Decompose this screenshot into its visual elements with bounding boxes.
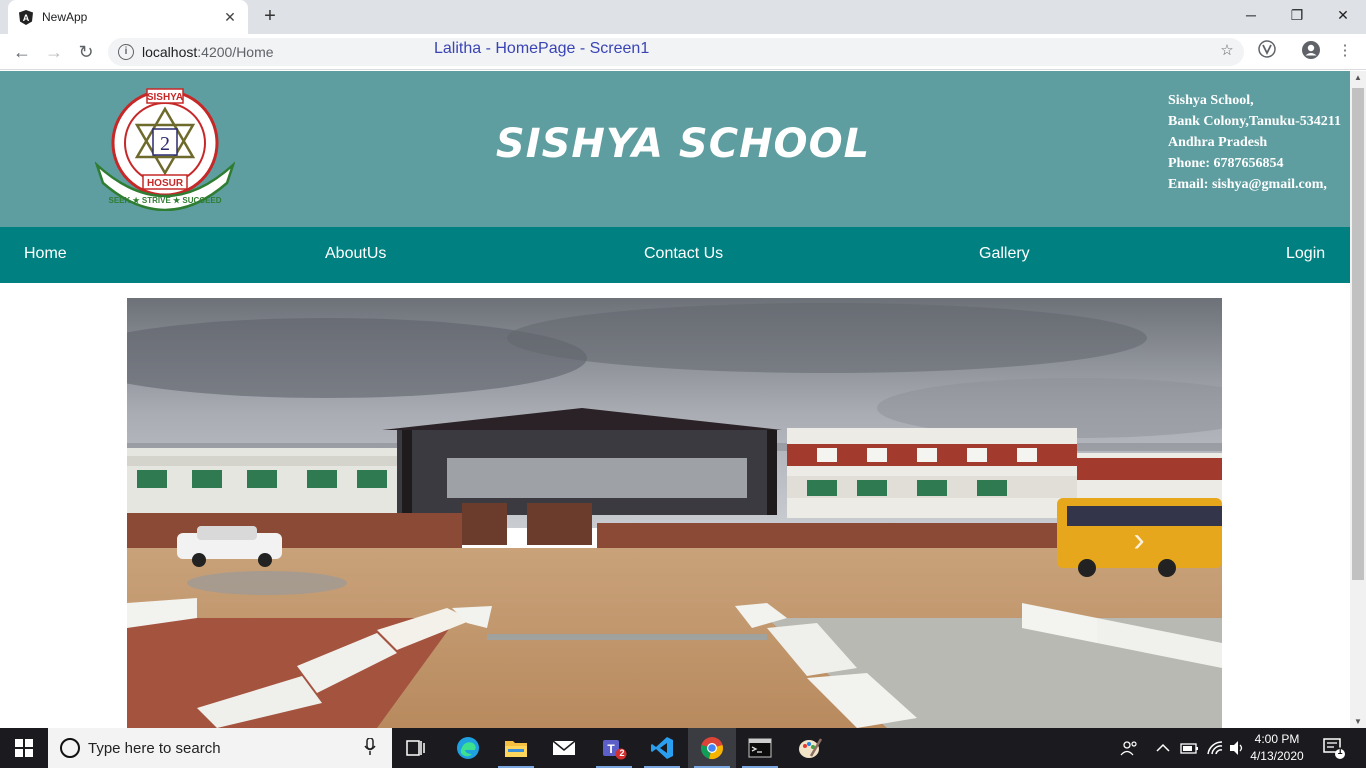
reload-icon[interactable]: ↻ xyxy=(74,40,98,64)
school-title: SISHYA SCHOOL xyxy=(495,121,871,167)
battery-icon[interactable] xyxy=(1180,728,1200,768)
forward-icon[interactable]: → xyxy=(42,40,66,64)
browser-tab[interactable]: A NewApp ✕ xyxy=(8,0,248,34)
file-explorer-icon[interactable] xyxy=(492,728,540,768)
nav-contact-us[interactable]: Contact Us xyxy=(644,245,723,263)
svg-text:T: T xyxy=(607,742,615,756)
taskbar-clock[interactable]: 4:00 PM 4/13/2020 xyxy=(1248,731,1306,765)
paint-icon[interactable] xyxy=(786,728,834,768)
extension-v-icon[interactable] xyxy=(1256,40,1278,62)
browser-tab-strip: A NewApp ✕ + ─ ❐ ✕ xyxy=(0,0,1366,34)
logo-center-text: 2 xyxy=(160,133,170,155)
svg-text:A: A xyxy=(23,13,30,23)
window-close-button[interactable]: ✕ xyxy=(1320,0,1366,30)
tray-chevron-up-icon[interactable] xyxy=(1156,728,1170,768)
logo-ribbon-text: SEEK ★ STRIVE ★ SUCCEED xyxy=(108,196,221,205)
scroll-down-icon[interactable]: ▼ xyxy=(1354,717,1362,726)
address-line: Bank Colony,Tanuku-534211 xyxy=(1168,114,1342,129)
cortana-icon xyxy=(60,738,80,758)
main-nav: Home AboutUs Contact Us Gallery Login xyxy=(0,227,1350,283)
teams-icon[interactable]: T 2 xyxy=(590,728,638,768)
taskbar-search[interactable]: Type here to search xyxy=(48,728,392,768)
web-page: SISHYA 2 HOSUR SEEK ★ STRIVE ★ SUCCEED S… xyxy=(0,71,1350,728)
chrome-icon[interactable] xyxy=(688,728,736,768)
address-email: Email: sishya@gmail.com, xyxy=(1168,177,1327,192)
notification-count: 1 xyxy=(1337,746,1343,756)
nav-login[interactable]: Login xyxy=(1286,245,1325,263)
url-host: localhost xyxy=(142,44,198,60)
teams-badge: 2 xyxy=(619,748,625,758)
address-line: Andhra Pradesh xyxy=(1168,135,1268,150)
school-address: Sishya School, Bank Colony,Tanuku-534211… xyxy=(1168,90,1341,195)
search-placeholder: Type here to search xyxy=(88,739,221,757)
clock-date: 4/13/2020 xyxy=(1250,749,1304,763)
page-scrollbar[interactable]: ▲ ▼ xyxy=(1350,71,1366,728)
mail-icon[interactable] xyxy=(540,728,588,768)
notification-center-icon[interactable]: 1 xyxy=(1322,728,1346,768)
nav-aboutus[interactable]: AboutUs xyxy=(325,245,386,263)
carousel-next-icon[interactable]: › xyxy=(1127,523,1151,557)
url-text: localhost:4200/Home xyxy=(142,44,274,60)
microphone-icon[interactable] xyxy=(360,736,380,759)
back-icon[interactable]: ← xyxy=(10,40,34,64)
browser-toolbar: ← → ↻ i localhost:4200/Home xyxy=(0,34,1366,70)
url-path: :4200/Home xyxy=(197,44,274,60)
bookmark-star-icon[interactable]: ☆ xyxy=(1216,40,1238,62)
windows-taskbar: Type here to search T 2 4:00 PM 4/13/202… xyxy=(0,728,1366,768)
people-icon[interactable] xyxy=(1120,728,1138,768)
school-campus-photo xyxy=(127,298,1222,728)
minimize-button[interactable]: ─ xyxy=(1228,0,1274,30)
volume-icon[interactable] xyxy=(1228,728,1246,768)
terminal-icon[interactable] xyxy=(736,728,784,768)
angular-icon: A xyxy=(18,9,34,25)
profile-icon[interactable] xyxy=(1300,40,1322,62)
scroll-up-icon[interactable]: ▲ xyxy=(1354,73,1362,82)
school-logo: SISHYA 2 HOSUR SEEK ★ STRIVE ★ SUCCEED xyxy=(94,87,236,212)
address-bar[interactable]: i localhost:4200/Home xyxy=(108,38,1244,66)
site-info-icon[interactable]: i xyxy=(118,44,134,60)
clock-time: 4:00 PM xyxy=(1254,732,1300,746)
windows-start-icon[interactable] xyxy=(0,728,48,768)
logo-bottom-text: HOSUR xyxy=(147,178,184,189)
task-view-icon[interactable] xyxy=(392,728,440,768)
address-line: Sishya School, xyxy=(1168,93,1254,108)
screen-annotation-label: Lalitha - HomePage - Screen1 xyxy=(434,40,650,57)
edge-icon[interactable] xyxy=(444,728,492,768)
vscode-icon[interactable] xyxy=(638,728,686,768)
restore-button[interactable]: ❐ xyxy=(1274,0,1320,30)
logo-top-text: SISHYA xyxy=(147,92,183,103)
carousel-image: › xyxy=(127,298,1222,728)
tab-close-icon[interactable]: ✕ xyxy=(222,9,238,26)
menu-kebab-icon[interactable]: ⋮ xyxy=(1334,40,1356,62)
new-tab-button[interactable]: + xyxy=(258,4,282,28)
address-phone: Phone: 6787656854 xyxy=(1168,156,1284,171)
nav-gallery[interactable]: Gallery xyxy=(979,245,1030,263)
wifi-icon[interactable] xyxy=(1206,728,1224,768)
site-header: SISHYA 2 HOSUR SEEK ★ STRIVE ★ SUCCEED S… xyxy=(0,71,1350,227)
scroll-thumb[interactable] xyxy=(1352,88,1364,580)
nav-home[interactable]: Home xyxy=(24,245,67,263)
tab-title: NewApp xyxy=(42,10,88,24)
